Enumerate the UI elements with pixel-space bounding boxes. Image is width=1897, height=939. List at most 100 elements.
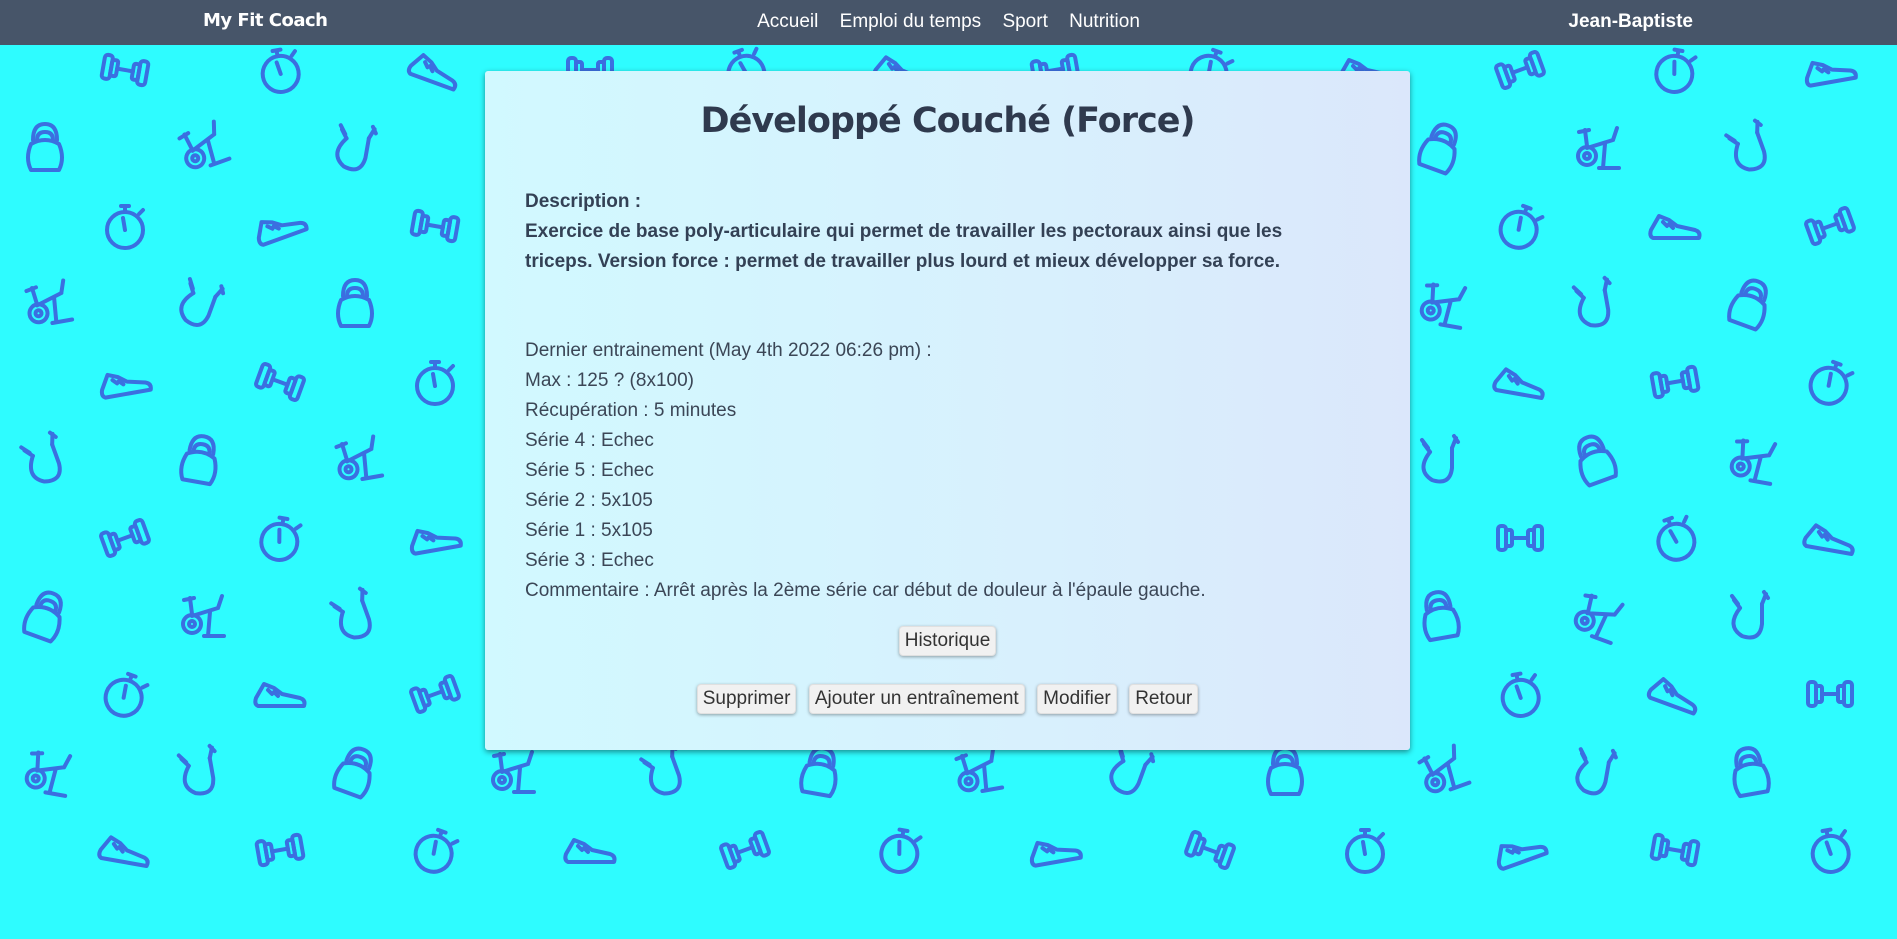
delete-button[interactable]: Supprimer xyxy=(696,684,797,714)
exercise-title: Développé Couché (Force) xyxy=(700,101,1196,141)
stopwatch-icon xyxy=(260,47,301,94)
stopwatch-icon xyxy=(879,827,923,874)
sneaker-icon xyxy=(409,528,463,556)
stopwatch-icon xyxy=(1345,828,1385,874)
series-item: Série 2 : 5x105 xyxy=(525,490,653,511)
stopwatch-icon xyxy=(1810,827,1851,874)
kettlebell-icon xyxy=(1577,434,1618,488)
exercise-bike-icon xyxy=(24,278,75,326)
description-label: Description : xyxy=(525,191,642,212)
add-training-button[interactable]: Ajouter un entraînement xyxy=(808,684,1025,714)
dumbbell-icon xyxy=(409,208,461,244)
dumbbell-icon xyxy=(1496,524,1544,552)
kettlebell-icon xyxy=(1417,122,1458,176)
edit-button[interactable]: Modifier xyxy=(1037,684,1117,714)
exercise-bike-icon xyxy=(181,594,226,638)
stopwatch-icon xyxy=(1498,203,1545,250)
history-button[interactable]: Historique xyxy=(898,626,997,656)
sneaker-icon xyxy=(1492,367,1545,400)
jump-rope-icon xyxy=(335,123,378,172)
training-comment: Commentaire : Arrêt après la 2ème série … xyxy=(525,580,1206,601)
top-navbar: My Fit Coach Accueil Emploi du temps Spo… xyxy=(0,0,1897,45)
exercise-bike-icon xyxy=(24,750,73,798)
exercise-bike-icon xyxy=(1417,743,1472,794)
sneaker-icon xyxy=(1496,844,1549,871)
exercise-bike-icon xyxy=(177,119,232,170)
dumbbell-icon xyxy=(1806,680,1854,708)
jump-rope-icon xyxy=(329,586,372,640)
kettlebell-icon xyxy=(1732,746,1771,799)
kettlebell-icon xyxy=(26,122,64,172)
dumbbell-icon xyxy=(254,362,306,402)
kettlebell-icon xyxy=(336,278,374,328)
jump-rope-icon xyxy=(179,277,226,327)
exercise-description: Description : Exercice de base poly-arti… xyxy=(525,187,1355,277)
stopwatch-icon xyxy=(259,515,303,562)
action-buttons: Supprimer Ajouter un entraînement Modifi… xyxy=(485,684,1410,714)
dumbbell-icon xyxy=(1649,364,1701,400)
stopwatch-icon xyxy=(1808,359,1855,406)
sneaker-icon xyxy=(1646,677,1698,716)
sneaker-icon xyxy=(1029,840,1083,868)
jump-rope-icon xyxy=(1724,118,1767,172)
series-item: Série 3 : Echec xyxy=(525,550,654,571)
history-row: Historique xyxy=(485,626,1410,656)
dumbbell-icon xyxy=(719,830,771,870)
exercise-bike-icon xyxy=(491,750,536,794)
kettlebell-icon xyxy=(1422,590,1461,643)
exercise-card: Développé Couché (Force) Description : E… xyxy=(485,71,1410,750)
stopwatch-icon xyxy=(103,671,150,718)
kettlebell-icon xyxy=(332,746,373,800)
stopwatch-icon xyxy=(1654,47,1698,94)
last-training-details: Dernier entrainement (May 4th 2022 06:26… xyxy=(525,336,1375,606)
exercise-bike-icon xyxy=(1576,126,1621,170)
stopwatch-icon xyxy=(105,204,145,250)
sneaker-icon xyxy=(253,682,307,708)
kettlebell-icon xyxy=(22,590,63,644)
user-name[interactable]: Jean-Baptiste xyxy=(1568,11,1693,33)
back-button[interactable]: Retour xyxy=(1129,684,1199,714)
jump-rope-icon xyxy=(1420,434,1460,484)
sneaker-icon xyxy=(563,838,617,864)
series-item: Série 1 : 5x105 xyxy=(525,520,653,541)
nav-link-emploi-du-temps[interactable]: Emploi du temps xyxy=(840,11,982,32)
sneaker-icon xyxy=(1804,60,1858,88)
nav-link-accueil[interactable]: Accueil xyxy=(757,11,818,32)
nav-link-nutrition[interactable]: Nutrition xyxy=(1069,11,1140,32)
jump-rope-icon xyxy=(1571,275,1612,328)
max-value: Max : 125 ? (8x100) xyxy=(525,370,694,391)
dumbbell-icon xyxy=(409,674,461,714)
kettlebell-icon xyxy=(1266,746,1304,796)
last-training-header: Dernier entrainement (May 4th 2022 06:26… xyxy=(525,340,932,361)
dumbbell-icon xyxy=(1649,832,1701,868)
jump-rope-icon xyxy=(176,743,217,796)
sneaker-icon xyxy=(99,372,153,400)
dumbbell-icon xyxy=(1184,830,1236,870)
sneaker-icon xyxy=(1648,214,1702,240)
sneaker-icon xyxy=(256,220,309,247)
stopwatch-icon xyxy=(413,827,460,874)
exercise-bike-icon xyxy=(1573,593,1625,646)
jump-rope-icon xyxy=(19,430,62,484)
exercise-bike-icon xyxy=(334,434,385,482)
series-item: Série 4 : Echec xyxy=(525,430,654,451)
dumbbell-icon xyxy=(1804,206,1856,246)
stopwatch-icon xyxy=(1500,671,1541,718)
stopwatch-icon xyxy=(1656,514,1697,562)
dumbbell-icon xyxy=(99,52,151,88)
recovery-time: Récupération : 5 minutes xyxy=(525,400,737,421)
jump-rope-icon xyxy=(1730,590,1770,640)
exercise-bike-icon xyxy=(1419,282,1468,330)
dumbbell-icon xyxy=(254,832,306,868)
kettlebell-icon xyxy=(179,434,218,487)
sneaker-icon xyxy=(1802,523,1855,556)
sneaker-icon xyxy=(97,835,150,868)
description-text: Exercice de base poly-articulaire qui pe… xyxy=(525,221,1283,272)
kettlebell-icon xyxy=(1727,278,1768,332)
stopwatch-icon xyxy=(415,360,455,406)
exercise-bike-icon xyxy=(1729,438,1778,486)
series-item: Série 5 : Echec xyxy=(525,460,654,481)
nav-link-sport[interactable]: Sport xyxy=(1002,11,1047,32)
dumbbell-icon xyxy=(99,518,151,558)
jump-rope-icon xyxy=(1575,747,1618,796)
